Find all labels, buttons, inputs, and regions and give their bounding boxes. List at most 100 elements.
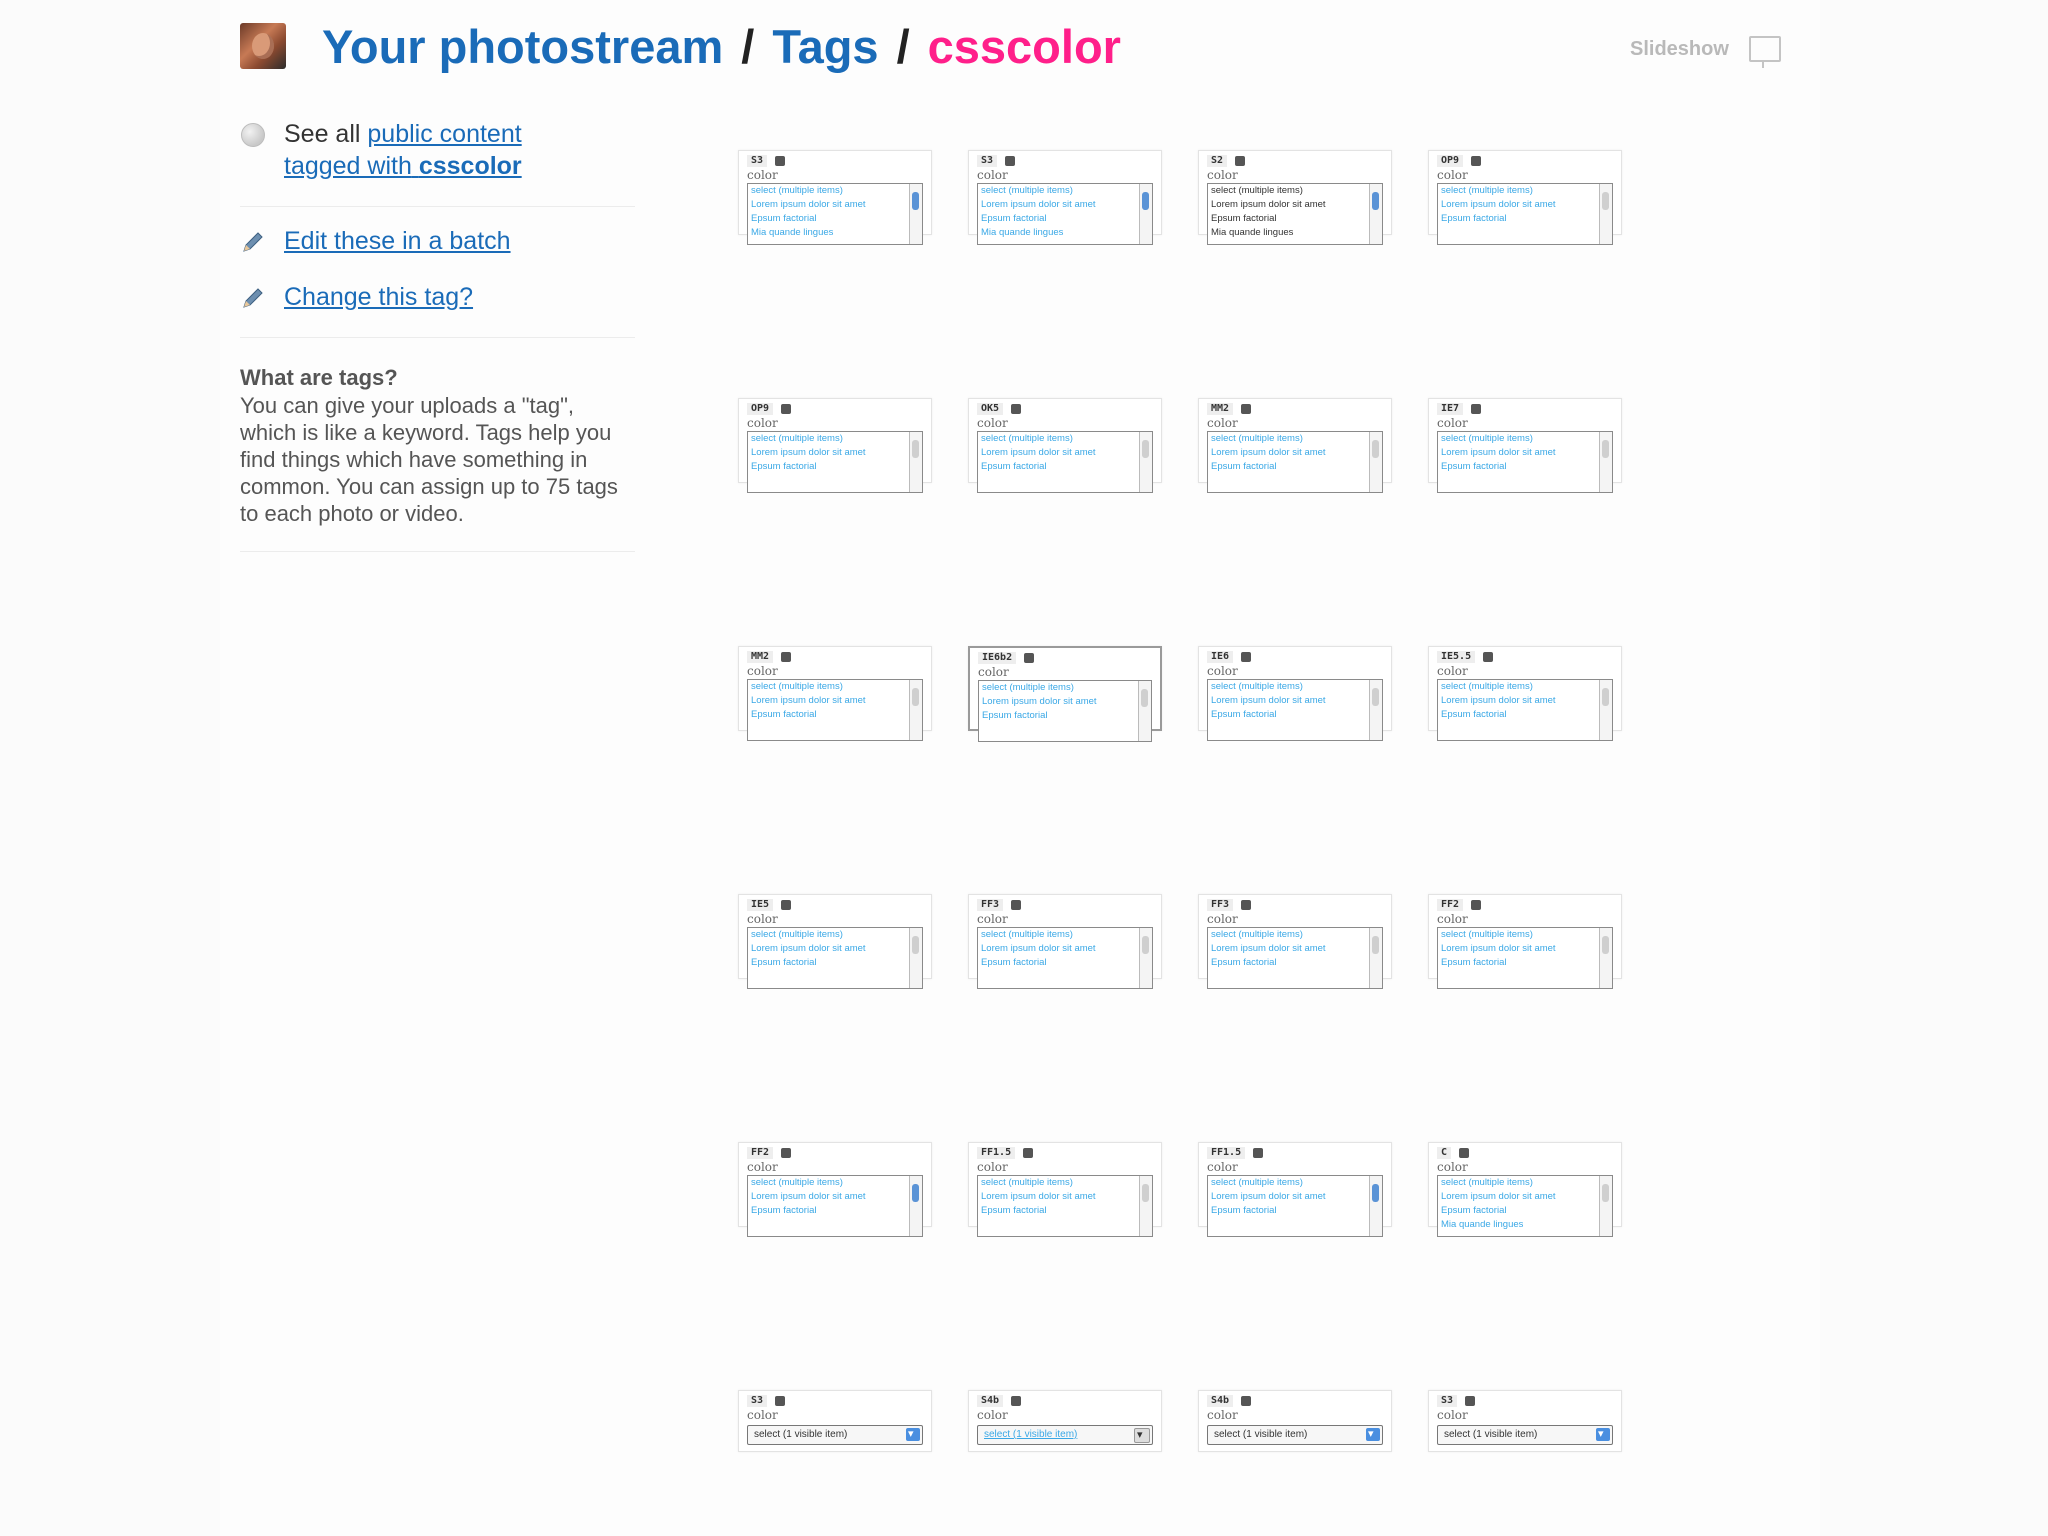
photo-thumbnail[interactable]: S3 color select (multiple items) Lorem ipsu… (738, 150, 932, 245)
photo-thumbnail[interactable]: FF1.5 color select (multiple items) Lorem i… (1198, 1142, 1392, 1237)
scrollbar (1139, 1176, 1152, 1236)
listbox-line: select (multiple items) (1211, 929, 1303, 940)
tagged-with-tag: csscolor (418, 152, 522, 180)
listbox-line: Epsum factorial (1211, 957, 1277, 968)
chevron-down-icon (1134, 1426, 1150, 1444)
thumbnail-label: color (977, 912, 1008, 926)
browser-icon (1459, 1148, 1470, 1158)
listbox-preview: select (multiple items) Lorem ipsum dolor… (747, 183, 923, 245)
browser-code: S2 (1207, 155, 1228, 167)
listbox-line: Lorem ipsum dolor sit amet (1211, 1191, 1326, 1202)
photo-thumbnail[interactable]: S3 color select (1 visible item) (738, 1390, 932, 1452)
photo-thumbnail[interactable]: S3 color select (multiple items) Lorem ipsu… (968, 150, 1162, 245)
thumbnail-header: FF1.5 (1207, 1146, 1383, 1160)
listbox-preview: select (multiple items) Lorem ipsum dolor… (1437, 679, 1613, 741)
listbox-line: Mia quande lingues (751, 227, 834, 238)
photo-thumbnail[interactable]: MM2 color select (multiple items) Lorem ips… (1198, 398, 1392, 493)
listbox-line: Mia quande lingues (981, 227, 1064, 238)
listbox-line: select (multiple items) (1441, 929, 1533, 940)
photo-thumbnail[interactable]: Ccolor select (multiple items) Lorem ipsum… (1428, 1142, 1622, 1237)
edit-batch-link[interactable]: Edit these in a batch (284, 225, 511, 257)
photo-thumbnail[interactable]: OP9 color select (multiple items) Lorem ips… (1428, 150, 1622, 245)
listbox-line: Epsum factorial (981, 957, 1047, 968)
browser-code: S4b (1207, 1395, 1234, 1407)
listbox-line: Epsum factorial (981, 1205, 1047, 1216)
listbox-line: Epsum factorial (1211, 461, 1277, 472)
photo-thumbnail[interactable]: S3 color select (1 visible item) (1428, 1390, 1622, 1452)
photo-thumbnail[interactable]: S2 color select (multiple items) Lorem ipsu… (1198, 150, 1392, 245)
thumbnail-label: color (977, 1408, 1008, 1422)
breadcrumb-photostream[interactable]: Your photostream (322, 19, 723, 74)
scrollbar (1369, 680, 1382, 740)
thumbnail-header: MM2 (1207, 402, 1383, 416)
scrollbar (1139, 184, 1152, 244)
thumbnail-header: FF3 (977, 898, 1153, 912)
photo-thumbnail[interactable]: S4b color select (1 visible item) (1198, 1390, 1392, 1452)
thumbnail-header: IE6b2 (978, 651, 1152, 665)
tagged-with-link[interactable]: tagged with csscolor (284, 152, 522, 180)
thumbnail-label: color (1207, 1160, 1238, 1174)
breadcrumb-tags[interactable]: Tags (772, 19, 878, 74)
page-title: Your photostream / Tags / csscolor (322, 19, 1121, 74)
listbox-preview: select (multiple items) Lorem ipsum dolor… (1207, 1175, 1383, 1237)
slideshow-link[interactable]: Slideshow (1630, 36, 1781, 68)
thumbnail-header: FF2 (1437, 898, 1613, 912)
listbox-line: select (multiple items) (751, 929, 843, 940)
photo-grid: S3 color select (multiple items) Lorem ipsu… (738, 150, 1624, 1475)
photo-thumbnail[interactable]: FF2 color select (multiple items) Lorem ips… (738, 1142, 932, 1237)
photo-thumbnail[interactable]: FF2 color select (multiple items) Lorem ips… (1428, 894, 1622, 989)
thumbnail-header: IE5 (747, 898, 923, 912)
change-tag-link[interactable]: Change this tag? (284, 281, 473, 313)
browser-icon (1241, 900, 1252, 910)
browser-code: MM2 (747, 651, 774, 663)
thumbnail-header: S3 (977, 154, 1153, 168)
pencil-icon (240, 229, 266, 255)
browser-icon (1471, 156, 1482, 166)
thumbnail-label: color (977, 416, 1008, 430)
browser-code: OK5 (977, 403, 1004, 415)
browser-icon (1011, 404, 1022, 414)
thumbnail-label: color (1437, 1408, 1468, 1422)
photo-thumbnail[interactable]: IE7 color select (multiple items) Lorem ips… (1428, 398, 1622, 493)
listbox-line: select (multiple items) (1211, 1177, 1303, 1188)
photo-thumbnail[interactable]: OK5 color select (multiple items) Lorem ips… (968, 398, 1162, 493)
thumbnail-header: OP9 (1437, 154, 1613, 168)
listbox-preview: select (multiple items) Lorem ipsum dolor… (747, 679, 923, 741)
photo-thumbnail[interactable]: FF3 color select (multiple items) Lorem ips… (968, 894, 1162, 989)
public-content-link[interactable]: public content (367, 120, 521, 148)
photo-thumbnail[interactable]: IE6 color select (multiple items) Lorem ips… (1198, 646, 1392, 741)
divider (240, 206, 635, 207)
photo-thumbnail[interactable]: IE5.5 color select (multiple items) Lorem i… (1428, 646, 1622, 741)
browser-icon (781, 1148, 792, 1158)
listbox-preview: select (multiple items) Lorem ipsum dolor… (747, 1175, 923, 1237)
avatar[interactable] (240, 23, 286, 69)
photo-thumbnail[interactable]: FF3 color select (multiple items) Lorem ips… (1198, 894, 1392, 989)
divider (240, 551, 635, 552)
browser-code: IE6 (1207, 651, 1234, 663)
browser-icon (1465, 1396, 1476, 1406)
thumbnail-label: color (1437, 664, 1468, 678)
listbox-preview: select (multiple items) Lorem ipsum dolor… (977, 183, 1153, 245)
see-all-row: See all public content tagged with cssco… (240, 118, 635, 182)
select-text: select (1 visible item) (754, 1429, 848, 1440)
photo-thumbnail[interactable]: S4b color select (1 visible item) (968, 1390, 1162, 1452)
photo-thumbnail[interactable]: FF1.5 color select (multiple items) Lorem i… (968, 1142, 1162, 1237)
scrollbar (1139, 432, 1152, 492)
photo-thumbnail[interactable]: OP9 color select (multiple items) Lorem ips… (738, 398, 932, 493)
photo-thumbnail[interactable]: IE6b2 color select (multiple items) Lorem i… (968, 646, 1162, 742)
select-text: select (1 visible item) (984, 1429, 1078, 1440)
listbox-preview: select (multiple items) Lorem ipsum dolor… (977, 927, 1153, 989)
browser-icon (1011, 900, 1022, 910)
change-tag-row: Change this tag? (240, 281, 635, 313)
browser-icon (1241, 652, 1252, 662)
listbox-line: Epsum factorial (1441, 709, 1507, 720)
photo-thumbnail[interactable]: IE5 color select (multiple items) Lorem ips… (738, 894, 932, 989)
browser-code: FF2 (1437, 899, 1464, 911)
listbox-line: select (multiple items) (982, 682, 1074, 693)
listbox-line: Epsum factorial (981, 461, 1047, 472)
select-preview: select (1 visible item) (1207, 1425, 1383, 1445)
photo-thumbnail[interactable]: MM2 color select (multiple items) Lorem ips… (738, 646, 932, 741)
browser-code: S3 (977, 155, 998, 167)
browser-code: OP9 (747, 403, 774, 415)
browser-icon (1241, 404, 1252, 414)
